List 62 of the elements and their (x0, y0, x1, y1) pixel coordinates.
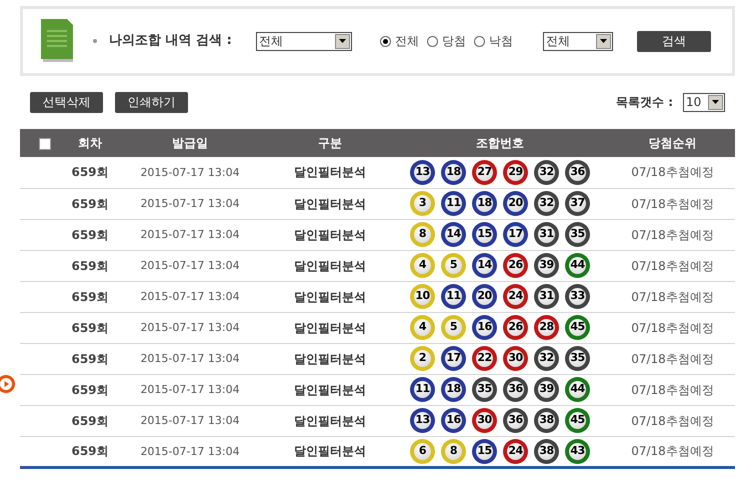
date-cell: 2015-07-17 13:04 (140, 444, 240, 458)
status-cell: 07/18추첨예정 (631, 258, 714, 272)
date-cell: 2015-07-17 13:04 (140, 290, 240, 304)
column-header: 구분 (318, 136, 342, 150)
type-cell: 달인필터분석 (294, 352, 366, 366)
date-cell: 2015-07-17 13:04 (140, 414, 240, 428)
date-cell: 2015-07-17 13:04 (140, 228, 240, 242)
round-cell: 659회 (71, 382, 109, 396)
round-cell: 659회 (71, 258, 109, 272)
column-header: 발급일 (172, 136, 208, 150)
caret-icon (334, 34, 350, 48)
round-cell: 659회 (71, 196, 109, 210)
action-button[interactable]: 인쇄하기 (115, 92, 188, 112)
round-cell: 659회 (71, 228, 109, 242)
action-button[interactable]: 선택삭제 (30, 92, 103, 112)
search-label: 나의조합 내역 검색 : (109, 32, 232, 50)
date-cell: 2015-07-17 13:04 (140, 352, 240, 366)
round-cell: 659회 (71, 352, 109, 366)
round-cell: 659회 (71, 320, 109, 334)
select-all-checkbox[interactable] (39, 138, 51, 150)
type-cell: 달인필터분석 (294, 165, 366, 180)
radio-option[interactable]: 당첨 (426, 32, 466, 50)
date-cell: 2015-07-17 13:04 (140, 197, 240, 210)
type-cell: 달인필터분석 (294, 196, 366, 210)
column-header: 당첨순위 (648, 136, 696, 150)
search-button[interactable]: 검색 (636, 30, 711, 52)
status-cell: 07/18추첨예정 (631, 444, 714, 458)
round-cell: 659회 (71, 165, 109, 180)
play-icon[interactable] (0, 374, 16, 394)
date-cell: 2015-07-17 13:04 (140, 383, 240, 396)
status-cell: 07/18추첨예정 (631, 414, 714, 428)
date-cell: 2015-07-17 13:04 (140, 166, 240, 179)
status-cell: 07/18추첨예정 (631, 228, 714, 242)
type-cell: 달인필터분석 (294, 320, 366, 334)
page-size-label: 목록갯수 : (616, 94, 673, 111)
status-cell: 07/18추첨예정 (631, 196, 714, 210)
status-cell: 07/18추첨예정 (631, 290, 714, 304)
dropdown[interactable]: 10 (683, 92, 725, 112)
status-cell: 07/18추첨예정 (631, 320, 714, 334)
date-cell: 2015-07-17 13:04 (140, 321, 240, 334)
caret-icon (708, 94, 723, 110)
status-cell: 07/18추첨예정 (631, 382, 714, 396)
type-cell: 달인필터분석 (294, 290, 366, 304)
bullet-icon (93, 39, 97, 43)
type-cell: 달인필터분석 (294, 228, 366, 242)
date-cell: 2015-07-17 13:04 (140, 259, 240, 272)
column-header: 조합번호 (476, 136, 524, 150)
status-cell: 07/18추첨예정 (631, 165, 714, 180)
type-cell: 달인필터분석 (294, 414, 366, 428)
caret-icon (596, 34, 611, 48)
dropdown[interactable]: 전체 (542, 32, 613, 50)
radio-option[interactable]: 전체 (380, 32, 419, 50)
round-cell: 659회 (71, 290, 109, 304)
column-header: 회차 (78, 136, 102, 150)
dropdown[interactable]: 전체 (256, 32, 352, 50)
type-cell: 달인필터분석 (294, 258, 366, 272)
type-cell: 달인필터분석 (294, 444, 366, 458)
type-cell: 달인필터분석 (294, 382, 366, 396)
round-cell: 659회 (71, 414, 109, 428)
round-cell: 659회 (71, 444, 109, 458)
radio-option[interactable]: 낙첨 (474, 32, 513, 50)
status-cell: 07/18추첨예정 (631, 352, 714, 366)
